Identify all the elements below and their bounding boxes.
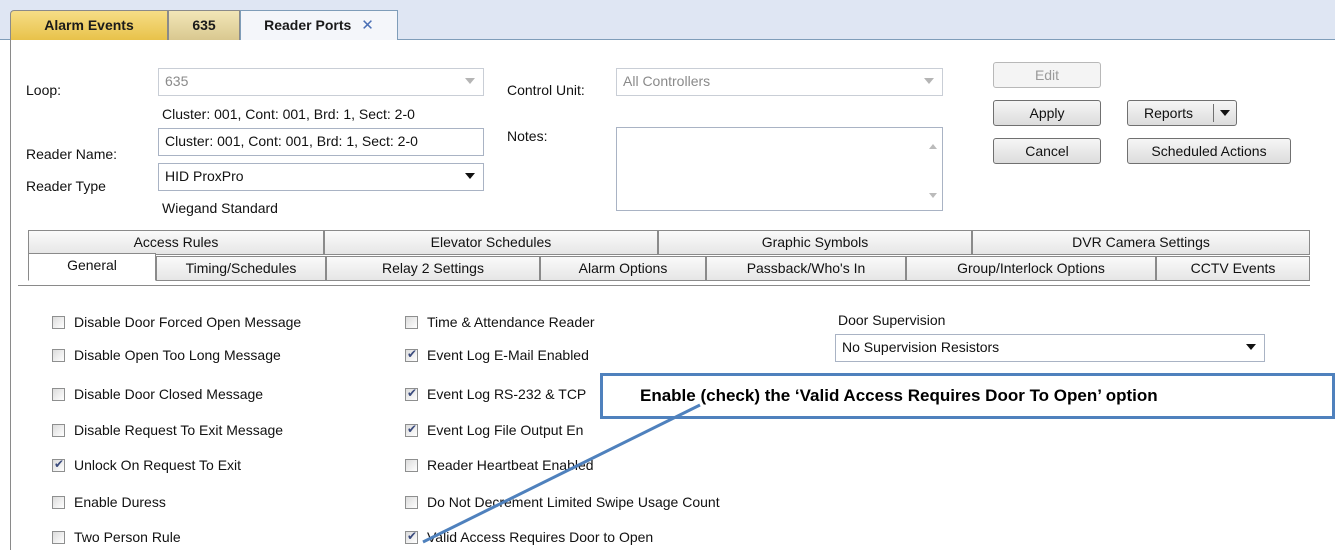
- tab-group-interlock-options[interactable]: Group/Interlock Options: [906, 256, 1156, 281]
- scroll-down-icon[interactable]: [929, 193, 937, 198]
- checkbox-label: Disable Request To Exit Message: [74, 422, 284, 438]
- tab-dvr-camera-settings[interactable]: DVR Camera Settings: [972, 230, 1310, 255]
- reader-type-info: Wiegand Standard: [162, 200, 278, 216]
- checkbox-box[interactable]: [52, 423, 65, 437]
- checkbox-label: Time & Attendance Reader: [427, 314, 595, 330]
- checkbox-box[interactable]: [52, 457, 65, 472]
- tab-access-rules[interactable]: Access Rules: [28, 230, 324, 255]
- checkbox-label: Valid Access Requires Door to Open: [427, 529, 654, 545]
- loop-select[interactable]: 635: [158, 68, 484, 96]
- checkbox-box[interactable]: [405, 495, 418, 509]
- checkbox-label: Event Log File Output En: [427, 422, 584, 438]
- tab-reader-ports-label: Reader Ports: [264, 17, 352, 33]
- door-supervision-value: No Supervision Resistors: [842, 339, 1000, 355]
- control-unit-label: Control Unit:: [507, 82, 585, 98]
- checkbox-reader-heartbeat[interactable]: Reader Heartbeat Enabled: [405, 457, 594, 473]
- checkbox-box[interactable]: [52, 495, 65, 509]
- reports-split-button[interactable]: Reports: [1127, 100, 1237, 126]
- tab-cctv-events[interactable]: CCTV Events: [1156, 256, 1310, 281]
- checkbox-event-log-file-output[interactable]: Event Log File Output En: [405, 422, 583, 438]
- cancel-button[interactable]: Cancel: [993, 138, 1101, 164]
- checkbox-unlock-on-request-to-exit[interactable]: Unlock On Request To Exit: [52, 457, 241, 473]
- chevron-down-icon: [924, 78, 934, 84]
- tab-passback-whos-in[interactable]: Passback/Who's In: [706, 256, 906, 281]
- checkbox-label: Do Not Decrement Limited Swipe Usage Cou…: [427, 494, 720, 510]
- door-supervision-select[interactable]: No Supervision Resistors: [835, 334, 1265, 362]
- chevron-down-icon: [1246, 344, 1256, 350]
- checkbox-disable-door-forced-open[interactable]: Disable Door Forced Open Message: [52, 314, 301, 330]
- checkbox-label: Two Person Rule: [74, 529, 181, 545]
- checkbox-disable-door-closed[interactable]: Disable Door Closed Message: [52, 386, 263, 402]
- reader-name-label: Reader Name:: [26, 146, 118, 162]
- checkbox-two-person-rule[interactable]: Two Person Rule: [52, 529, 181, 545]
- control-unit-value: All Controllers: [623, 73, 711, 89]
- reader-name-input[interactable]: Cluster: 001, Cont: 001, Brd: 1, Sect: 2…: [158, 128, 484, 156]
- instruction-callout: Enable (check) the ‘Valid Access Require…: [600, 373, 1335, 419]
- callout-text: Enable (check) the ‘Valid Access Require…: [640, 386, 1158, 405]
- tab-635[interactable]: 635: [168, 10, 240, 40]
- checkbox-label: Disable Door Forced Open Message: [74, 314, 302, 330]
- checkbox-box[interactable]: [52, 348, 65, 362]
- document-tab-strip: Alarm Events 635 Reader Ports ✕: [0, 0, 1335, 41]
- checkbox-box[interactable]: [52, 530, 65, 544]
- tab-divider: [18, 285, 1310, 286]
- reader-type-value: HID ProxPro: [165, 168, 244, 184]
- checkbox-label: Unlock On Request To Exit: [74, 457, 242, 473]
- checkbox-box[interactable]: [405, 422, 418, 437]
- loop-select-value: 635: [165, 73, 189, 89]
- chevron-down-icon[interactable]: [1220, 110, 1230, 116]
- checkbox-valid-access-requires-door-open[interactable]: Valid Access Requires Door to Open: [405, 529, 653, 545]
- checkbox-disable-open-too-long[interactable]: Disable Open Too Long Message: [52, 347, 281, 363]
- chevron-down-icon: [465, 173, 475, 179]
- checkbox-box[interactable]: [405, 386, 418, 401]
- checkbox-do-not-decrement-swipe[interactable]: Do Not Decrement Limited Swipe Usage Cou…: [405, 494, 720, 510]
- notes-textarea[interactable]: [616, 127, 943, 211]
- checkbox-label: Disable Door Closed Message: [74, 386, 264, 402]
- checkbox-event-log-email[interactable]: Event Log E-Mail Enabled: [405, 347, 589, 363]
- checkbox-enable-duress[interactable]: Enable Duress: [52, 494, 166, 510]
- edit-button[interactable]: Edit: [993, 62, 1101, 88]
- checkbox-box[interactable]: [405, 529, 418, 544]
- loop-label: Loop:: [26, 82, 62, 98]
- checkbox-event-log-rs232-tcp[interactable]: Event Log RS-232 & TCP: [405, 386, 586, 402]
- checkbox-label: Reader Heartbeat Enabled: [427, 457, 594, 473]
- tab-elevator-schedules[interactable]: Elevator Schedules: [324, 230, 658, 255]
- reader-type-select[interactable]: HID ProxPro: [158, 163, 484, 191]
- reader-type-label: Reader Type: [26, 178, 106, 194]
- control-unit-select[interactable]: All Controllers: [616, 68, 943, 96]
- checkbox-disable-request-to-exit[interactable]: Disable Request To Exit Message: [52, 422, 283, 438]
- scheduled-actions-button[interactable]: Scheduled Actions: [1127, 138, 1291, 164]
- notes-label: Notes:: [507, 128, 548, 144]
- checkbox-box[interactable]: [52, 315, 65, 329]
- tab-reader-ports[interactable]: Reader Ports ✕: [240, 10, 398, 41]
- checkbox-box[interactable]: [405, 315, 418, 329]
- checkbox-label: Event Log RS-232 & TCP: [427, 386, 587, 402]
- split-divider: [1213, 104, 1214, 122]
- checkbox-box[interactable]: [52, 387, 65, 401]
- tab-alarm-events[interactable]: Alarm Events: [10, 10, 168, 40]
- chevron-down-icon: [465, 78, 475, 84]
- door-supervision-label: Door Supervision: [838, 312, 946, 328]
- notes-scrollbar[interactable]: [924, 128, 942, 210]
- close-icon[interactable]: ✕: [361, 17, 374, 34]
- checkbox-time-attendance-reader[interactable]: Time & Attendance Reader: [405, 314, 595, 330]
- loop-info: Cluster: 001, Cont: 001, Brd: 1, Sect: 2…: [162, 106, 415, 122]
- tab-timing-schedules[interactable]: Timing/Schedules: [156, 256, 326, 281]
- tab-general[interactable]: General: [28, 253, 156, 281]
- reports-button-label: Reports: [1144, 105, 1194, 121]
- checkbox-label: Event Log E-Mail Enabled: [427, 347, 589, 363]
- apply-button[interactable]: Apply: [993, 100, 1101, 126]
- checkbox-box[interactable]: [405, 458, 418, 472]
- checkbox-label: Enable Duress: [74, 494, 166, 510]
- checkbox-box[interactable]: [405, 347, 418, 362]
- tab-graphic-symbols[interactable]: Graphic Symbols: [658, 230, 972, 255]
- tab-alarm-options[interactable]: Alarm Options: [540, 256, 706, 281]
- reader-name-value: Cluster: 001, Cont: 001, Brd: 1, Sect: 2…: [165, 133, 418, 149]
- checkbox-label: Disable Open Too Long Message: [74, 347, 281, 363]
- scroll-up-icon[interactable]: [929, 144, 937, 149]
- tab-relay-2-settings[interactable]: Relay 2 Settings: [326, 256, 540, 281]
